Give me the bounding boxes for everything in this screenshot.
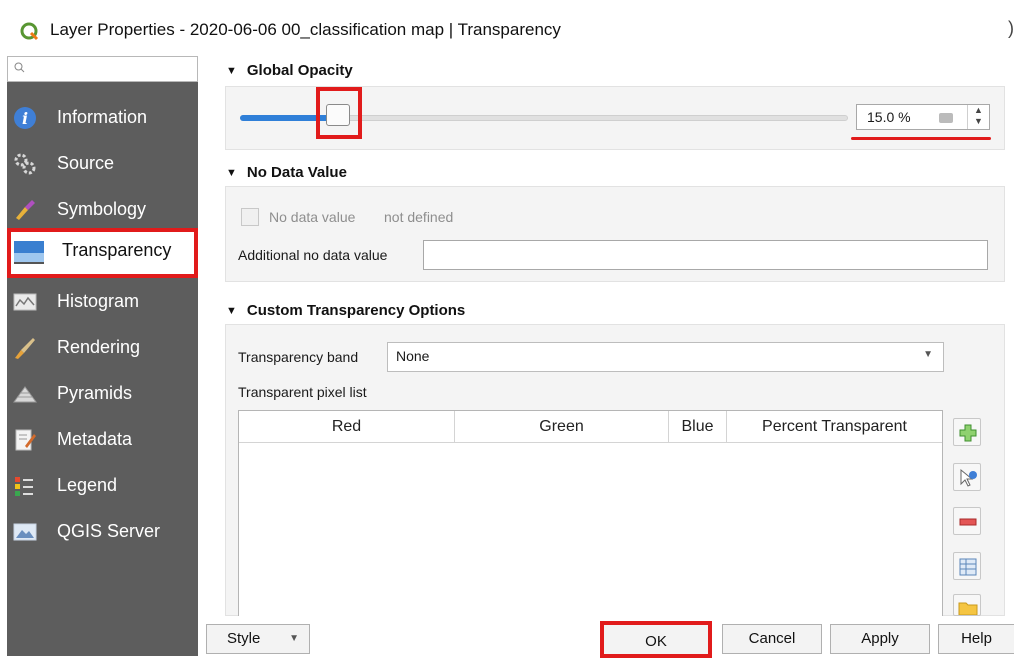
sidebar-item-label: Transparency: [62, 240, 172, 260]
svg-text:i: i: [22, 109, 28, 128]
apply-button[interactable]: Apply: [830, 624, 930, 654]
sidebar: i Information Source Symbology Transpare…: [7, 56, 198, 656]
sidebar-item-information[interactable]: i Information: [7, 96, 198, 140]
add-icon: [959, 424, 977, 442]
import-from-file-button[interactable]: [953, 594, 981, 616]
sidebar-item-rendering[interactable]: Rendering: [7, 326, 198, 370]
apply-button-label: Apply: [861, 630, 899, 647]
slider-highlight-box: [316, 87, 362, 139]
close-icon[interactable]: ): [1008, 18, 1014, 39]
qgis-logo-icon: [20, 22, 39, 41]
add-from-display-button[interactable]: [953, 463, 981, 491]
remove-value-button[interactable]: [953, 507, 981, 535]
ok-button-label: OK: [645, 633, 667, 650]
sidebar-item-histogram[interactable]: Histogram: [7, 280, 198, 324]
sidebar-item-metadata[interactable]: Metadata: [7, 418, 198, 462]
sidebar-item-label: Pyramids: [57, 383, 133, 403]
add-value-button[interactable]: [953, 418, 981, 446]
sidebar-item-label: Rendering: [57, 337, 141, 357]
histogram-icon: [13, 293, 37, 311]
qgis-server-icon: [13, 523, 37, 541]
ok-button[interactable]: OK: [600, 621, 712, 658]
chevron-down-icon: ▼: [289, 633, 299, 644]
transparency-band-value: None: [396, 348, 430, 364]
rendering-icon: [15, 338, 35, 359]
metadata-icon: [15, 429, 36, 451]
additional-no-data-label: Additional no data value: [238, 247, 388, 263]
title-bar: Layer Properties - 2020-06-06 00_classif…: [0, 0, 1014, 56]
transparency-icon: [14, 241, 44, 264]
column-header-red[interactable]: Red: [239, 411, 455, 443]
transparency-band-label: Transparency band: [238, 349, 359, 365]
spin-arrows-icon[interactable]: ▲ ▼: [967, 105, 989, 129]
sidebar-item-source[interactable]: Source: [7, 142, 198, 186]
transparent-pixel-table[interactable]: Red Green Blue Percent Transparent: [238, 410, 943, 616]
section-title: No Data Value: [246, 164, 347, 181]
cancel-button[interactable]: Cancel: [722, 624, 822, 654]
no-data-checkbox-label: No data value: [269, 209, 356, 225]
legend-icon: [15, 477, 33, 496]
transparency-band-select[interactable]: None ▼: [387, 342, 944, 372]
collapse-triangle-icon: ▼: [226, 167, 237, 179]
column-header-green[interactable]: Green: [455, 411, 669, 443]
transparent-pixel-list-label: Transparent pixel list: [238, 384, 367, 400]
help-button[interactable]: Help: [938, 624, 1014, 654]
value-underline-annotation: [851, 137, 991, 140]
sidebar-search-input[interactable]: [7, 56, 198, 82]
column-header-blue[interactable]: Blue: [669, 411, 727, 443]
global-opacity-section-header[interactable]: ▼ Global Opacity: [226, 62, 353, 79]
custom-transparency-section-header[interactable]: ▼ Custom Transparency Options: [226, 302, 465, 319]
pointer-query-icon: [960, 468, 977, 487]
sidebar-item-qgis-server[interactable]: QGIS Server: [7, 510, 198, 554]
section-title: Global Opacity: [246, 62, 353, 79]
sidebar-item-transparency[interactable]: Transparency: [7, 228, 198, 278]
sidebar-item-label: Histogram: [57, 291, 140, 311]
chevron-down-icon: ▼: [923, 349, 933, 360]
sidebar-item-pyramids[interactable]: Pyramids: [7, 372, 198, 416]
sidebar-item-label: Metadata: [57, 429, 133, 449]
section-title: Custom Transparency Options: [246, 302, 466, 319]
opacity-value: 15.0 %: [867, 109, 911, 125]
sidebar-item-label: QGIS Server: [57, 521, 161, 541]
information-icon: i: [14, 107, 36, 129]
clear-icon[interactable]: [939, 113, 953, 123]
no-data-checkbox[interactable]: [241, 208, 259, 226]
column-header-percent-transparent[interactable]: Percent Transparent: [727, 411, 942, 443]
window-title: Layer Properties - 2020-06-06 00_classif…: [50, 20, 561, 39]
no-data-status: not defined: [384, 209, 454, 225]
collapse-triangle-icon: ▼: [226, 65, 237, 77]
sidebar-item-label: Symbology: [57, 199, 147, 219]
additional-no-data-input[interactable]: [423, 240, 988, 270]
opacity-spinbox[interactable]: 15.0 % ▲ ▼: [856, 104, 990, 130]
remove-icon: [959, 518, 977, 526]
pyramids-icon: [13, 386, 37, 403]
table-header: Red Green Blue Percent Transparent: [239, 411, 942, 443]
sidebar-item-label: Source: [57, 153, 115, 173]
sidebar-item-symbology[interactable]: Symbology: [7, 188, 198, 232]
table-icon: [959, 558, 977, 576]
sidebar-item-label: Information: [57, 107, 148, 127]
cancel-button-label: Cancel: [748, 630, 796, 647]
default-values-button[interactable]: [953, 552, 981, 580]
symbology-icon: [16, 200, 35, 220]
style-menu-button[interactable]: Style ▼: [206, 624, 310, 654]
no-data-section-header[interactable]: ▼ No Data Value: [226, 164, 347, 181]
help-button-label: Help: [961, 630, 992, 647]
folder-icon: [958, 602, 978, 615]
source-icon: [14, 153, 36, 175]
collapse-triangle-icon: ▼: [226, 305, 237, 317]
style-button-label: Style: [227, 630, 261, 647]
sidebar-item-legend[interactable]: Legend: [7, 464, 198, 508]
sidebar-item-label: Legend: [57, 475, 118, 495]
search-icon: [14, 62, 25, 73]
